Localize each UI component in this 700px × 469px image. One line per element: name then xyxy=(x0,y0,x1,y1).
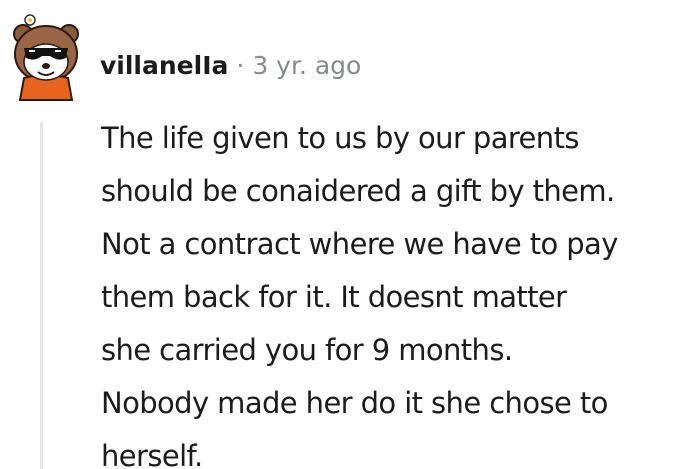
bear-avatar-with-sunglasses-icon[interactable] xyxy=(10,12,82,104)
comment-body: The life given to us by our parents shou… xyxy=(101,112,691,469)
comment-header: villanelIa · 3 yr. ago xyxy=(10,12,361,104)
comment-text-line: herself. xyxy=(101,439,203,469)
comment-text-line: she carried you for 9 months. xyxy=(101,333,513,367)
comment-text-line: The life given to us by our parents xyxy=(101,121,579,155)
thread-collapse-line[interactable] xyxy=(40,122,43,469)
username-link[interactable]: villanelIa xyxy=(100,51,228,80)
comment-text-line: them back for it. It doesnt matter xyxy=(101,280,567,314)
comment-text-line: Nobody made her do it she chose to xyxy=(101,386,608,420)
comment-text-line: Not a contract where we have to pay xyxy=(101,227,618,261)
timestamp[interactable]: 3 yr. ago xyxy=(252,51,361,80)
comment-text-line: should be conaidered a gift by them. xyxy=(101,174,615,208)
comment: villanelIa · 3 yr. ago The life given to… xyxy=(0,0,700,469)
comment-meta: villanelIa · 3 yr. ago xyxy=(100,51,361,80)
meta-separator: · xyxy=(236,50,245,80)
